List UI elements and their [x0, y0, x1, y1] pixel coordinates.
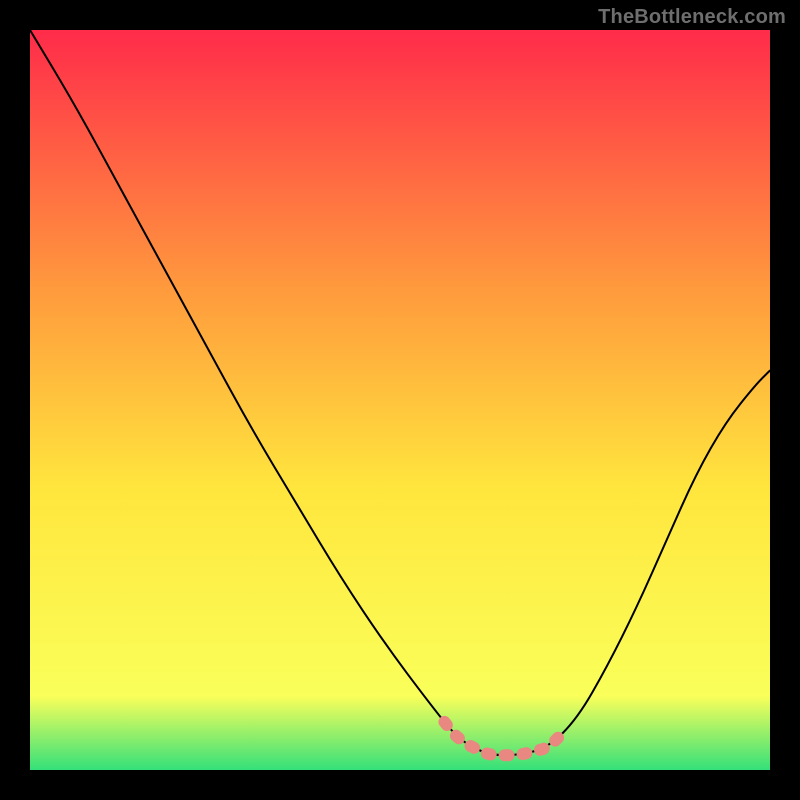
chart-container: TheBottleneck.com: [0, 0, 800, 800]
gradient-background: [30, 30, 770, 770]
watermark-text: TheBottleneck.com: [598, 6, 786, 29]
bottleneck-chart: [30, 30, 770, 770]
